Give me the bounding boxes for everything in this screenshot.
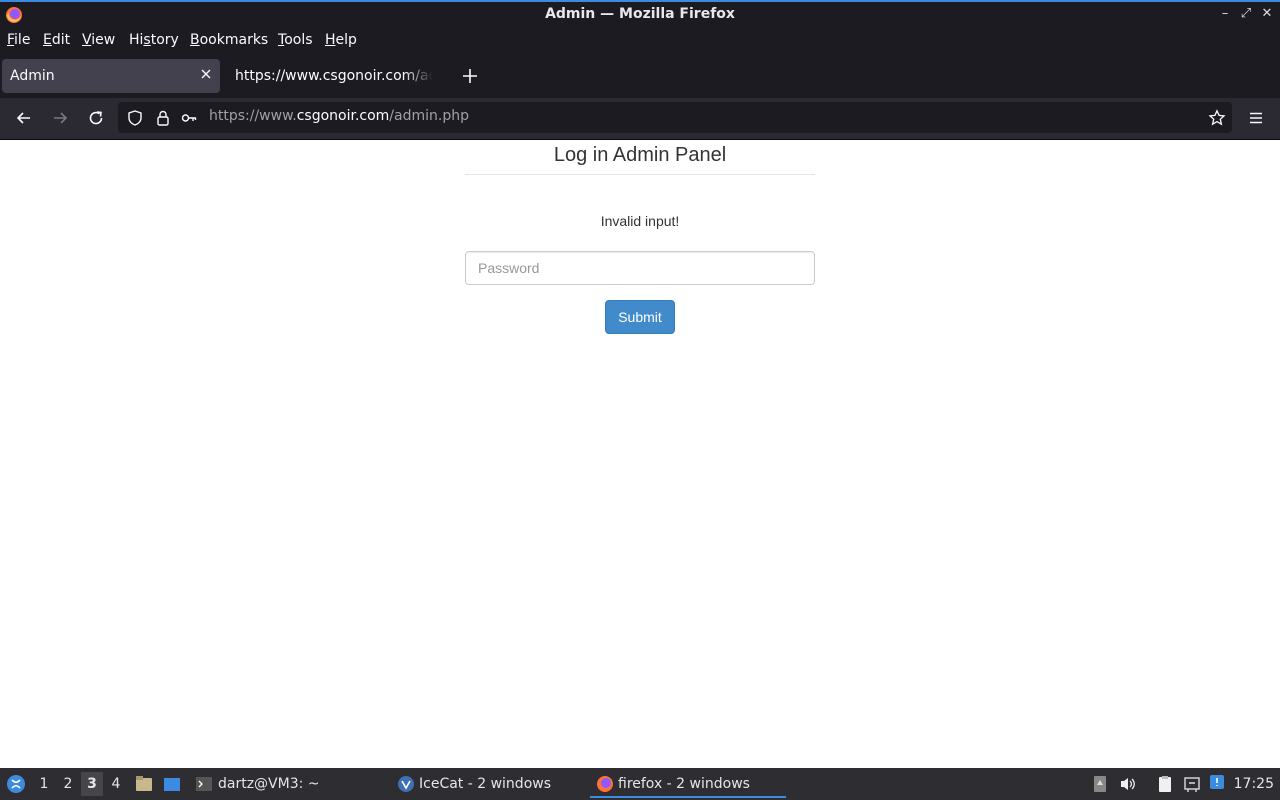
firefox-icon: [597, 776, 613, 792]
reload-icon[interactable]: [86, 108, 106, 128]
network-icon[interactable]: [1183, 775, 1201, 793]
bookmark-star-icon[interactable]: [1208, 109, 1226, 127]
tab-strip: Admin https://www.csgonoir.com/admin.php: [0, 54, 1280, 98]
window-title: Admin — Mozilla Firefox: [545, 6, 735, 22]
clipboard-icon[interactable]: [1156, 775, 1174, 793]
active-task-indicator: [590, 796, 786, 798]
menu-history[interactable]: History: [129, 32, 179, 48]
forward-arrow-icon[interactable]: [50, 108, 70, 128]
url-bar[interactable]: https://www.csgonoir.com/admin.php: [118, 102, 1232, 133]
key-icon[interactable]: [180, 109, 198, 127]
submit-button[interactable]: Submit: [605, 300, 675, 334]
task-firefox[interactable]: firefox - 2 windows: [618, 776, 750, 792]
clock[interactable]: 17:25: [1234, 776, 1274, 792]
error-message: Invalid input!: [600, 213, 680, 229]
minimize-button[interactable]: –: [1216, 5, 1234, 23]
menu-view[interactable]: View: [82, 32, 115, 48]
workspace-1[interactable]: 1: [33, 772, 55, 796]
menu-tools[interactable]: Tools: [278, 32, 313, 48]
taskbar: 1 2 3 4 dartz@VM3: ~ IceCat - 2 windows …: [0, 768, 1280, 800]
volume-icon[interactable]: [1119, 775, 1137, 793]
menubar: File Edit View History Bookmarks Tools H…: [0, 28, 1280, 54]
page-content: Log in Admin Panel Invalid input! Submit: [0, 140, 1280, 768]
tab-label: Admin: [10, 68, 55, 84]
start-menu-icon[interactable]: [6, 774, 26, 794]
page-title: Log in Admin Panel: [465, 144, 815, 175]
workspace-2[interactable]: 2: [57, 772, 79, 796]
window-titlebar: Admin — Mozilla Firefox – ⤢ ✕: [0, 0, 1280, 28]
close-window-button[interactable]: ✕: [1258, 5, 1276, 23]
navigation-toolbar: https://www.csgonoir.com/admin.php: [0, 98, 1280, 140]
close-tab-icon[interactable]: [198, 66, 214, 82]
icecat-icon: [398, 776, 414, 792]
workspace-3[interactable]: 3: [81, 772, 103, 796]
url-text[interactable]: https://www.csgonoir.com/admin.php: [209, 108, 469, 124]
tab-label: https://www.csgonoir.com/admin.php: [235, 68, 433, 84]
menu-bookmarks[interactable]: Bookmarks: [190, 32, 268, 48]
password-input[interactable]: [465, 251, 815, 285]
new-tab-plus-icon[interactable]: [460, 66, 480, 86]
tab-admin[interactable]: Admin: [2, 59, 220, 93]
file-manager-icon[interactable]: [135, 775, 153, 793]
back-arrow-icon[interactable]: [14, 108, 34, 128]
tracking-protection-shield-icon[interactable]: [126, 109, 144, 127]
tab-csgonoir[interactable]: https://www.csgonoir.com/admin.php: [226, 59, 436, 93]
lock-icon[interactable]: [154, 109, 172, 127]
hamburger-menu-icon[interactable]: [1246, 108, 1266, 128]
battery-icon[interactable]: [1091, 775, 1109, 793]
notification-icon[interactable]: [1209, 774, 1225, 790]
menu-edit[interactable]: Edit: [43, 32, 70, 48]
terminal-icon: [196, 777, 212, 791]
menu-help[interactable]: Help: [325, 32, 357, 48]
restore-button[interactable]: ⤢: [1237, 5, 1255, 23]
workspace-4[interactable]: 4: [105, 772, 127, 796]
task-icecat[interactable]: IceCat - 2 windows: [419, 776, 551, 792]
show-desktop-icon[interactable]: [163, 775, 181, 793]
menu-file[interactable]: File: [7, 32, 30, 48]
task-terminal[interactable]: dartz@VM3: ~: [218, 776, 320, 792]
